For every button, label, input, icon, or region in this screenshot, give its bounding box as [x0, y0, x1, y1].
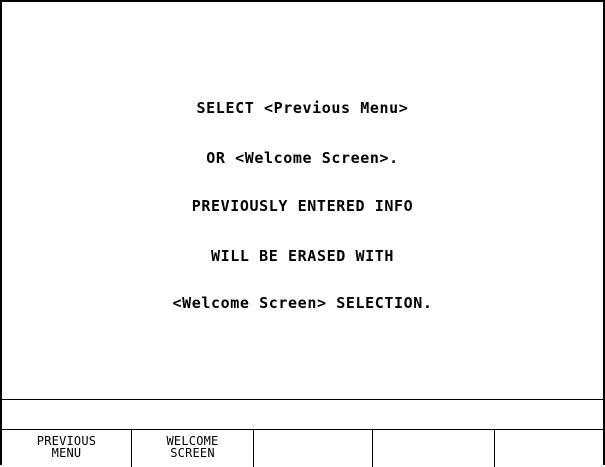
- softkey-5[interactable]: [495, 430, 603, 467]
- softkey-3[interactable]: [254, 430, 373, 467]
- previous-menu-softkey[interactable]: PREVIOUS MENU: [2, 430, 132, 467]
- status-bar: [2, 399, 603, 429]
- welcome-screen-softkey[interactable]: WELCOME SCREEN: [132, 430, 254, 467]
- message-line-select: SELECT <Previous Menu>: [196, 99, 409, 117]
- message-line-previously-entered: PREVIOUSLY ENTERED INFO: [191, 197, 414, 215]
- message-line-welcome-selection: <Welcome Screen> SELECTION.: [172, 294, 433, 312]
- message-line-will-be-erased: WILL BE ERASED WITH: [211, 247, 394, 265]
- message-line-or: OR <Welcome Screen>.: [206, 149, 399, 167]
- softkey-label-line2: MENU: [51, 446, 82, 460]
- message-area: SELECT <Previous Menu> OR <Welcome Scree…: [2, 2, 603, 399]
- softkey-label-line2: SCREEN: [170, 446, 215, 460]
- softkey-bar: PREVIOUS MENU WELCOME SCREEN: [2, 429, 603, 467]
- terminal-screen: SELECT <Previous Menu> OR <Welcome Scree…: [0, 0, 605, 467]
- softkey-4[interactable]: [373, 430, 495, 467]
